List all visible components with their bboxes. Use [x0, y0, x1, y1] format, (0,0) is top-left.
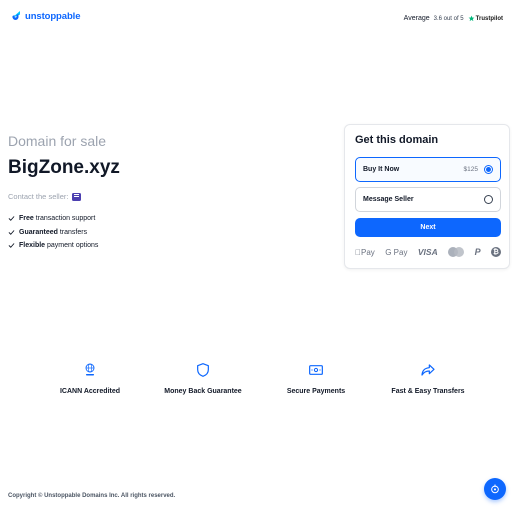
trust-badge-money-back: Money Back Guarantee — [138, 362, 268, 395]
payment-methods: Pay G Pay VISA P ₿ — [355, 245, 501, 259]
radio-selected[interactable] — [484, 165, 493, 174]
paypal-icon: P — [473, 247, 481, 257]
trustpilot-logo: Trustpilot — [468, 15, 503, 22]
trust-badge-label: ICANN Accredited — [59, 388, 121, 395]
trust-badge-label: Fast & Easy Transfers — [391, 388, 465, 395]
feature-item: Free transaction support — [8, 212, 98, 226]
option-label: Message Seller — [363, 196, 414, 203]
trust-badge-transfers: Fast & Easy Transfers — [363, 362, 493, 395]
trust-badge-icann: ICANN Accredited — [25, 362, 155, 395]
contact-seller: Contact the seller: — [8, 192, 82, 201]
mastercard-icon — [448, 247, 465, 257]
feature-bold: Guaranteed — [19, 228, 58, 236]
apple-pay-icon: Pay — [355, 248, 375, 257]
unstoppable-logo[interactable]: unstoppable — [10, 10, 80, 22]
chat-support-icon — [491, 484, 499, 494]
trustpilot-star-icon — [468, 15, 475, 22]
radio-unselected[interactable] — [484, 195, 493, 204]
feature-item: Guaranteed transfers — [8, 226, 98, 240]
rating-score: 3.6 out of 5 — [433, 15, 464, 22]
feature-list: Free transaction support Guaranteed tran… — [8, 212, 98, 253]
forward-arrow-icon — [421, 364, 435, 376]
feature-bold: Flexible — [19, 242, 46, 250]
shield-icon — [197, 363, 209, 377]
copyright-text: Copyright © Unstoppable Domains Inc. All… — [8, 493, 176, 499]
trust-badge-label: Money Back Guarantee — [164, 388, 242, 395]
rating-label: Average — [403, 15, 430, 22]
support-chat-button[interactable] — [484, 478, 506, 500]
trustpilot-rating[interactable]: Average 3.6 out of 5 Trustpilot — [404, 15, 503, 22]
icann-icon — [85, 363, 95, 376]
feature-text: payment options — [45, 242, 99, 250]
check-icon — [8, 243, 15, 248]
purchase-card: Get this domain Buy It Now $125 Message … — [344, 124, 510, 269]
buy-it-now-option[interactable]: Buy It Now $125 — [355, 157, 501, 182]
contact-seller-label: Contact the seller: — [8, 192, 69, 201]
check-icon — [8, 230, 15, 235]
bitcoin-icon: ₿ — [491, 247, 501, 257]
option-label: Buy It Now — [363, 166, 400, 173]
price: $125 — [463, 166, 478, 173]
feature-text: transaction support — [33, 215, 96, 223]
google-pay-icon: G Pay — [380, 247, 407, 257]
header: unstoppable Average 3.6 out of 5 Trustpi… — [0, 0, 512, 36]
visa-icon: VISA — [414, 247, 438, 257]
feature-item: Flexible payment options — [8, 239, 98, 253]
domain-name: BigZone.xyz — [8, 157, 120, 178]
check-icon — [8, 216, 15, 221]
logo-text: unstoppable — [25, 10, 81, 22]
apple-pay-label: Pay — [355, 247, 375, 257]
trustpilot-label: Trustpilot — [475, 15, 503, 22]
trust-badge-label: Secure Payments — [286, 388, 346, 395]
card-title: Get this domain — [355, 134, 439, 146]
message-seller-option[interactable]: Message Seller — [355, 187, 501, 212]
chat-icon[interactable] — [72, 192, 82, 201]
feature-text: transfers — [57, 228, 88, 236]
for-sale-label: Domain for sale — [8, 133, 107, 149]
unstoppable-logo-icon — [12, 11, 20, 20]
feature-bold: Free — [19, 215, 34, 223]
cash-icon — [309, 365, 323, 375]
trust-badge-secure-payments: Secure Payments — [251, 362, 381, 395]
next-button[interactable]: Next — [355, 218, 501, 237]
